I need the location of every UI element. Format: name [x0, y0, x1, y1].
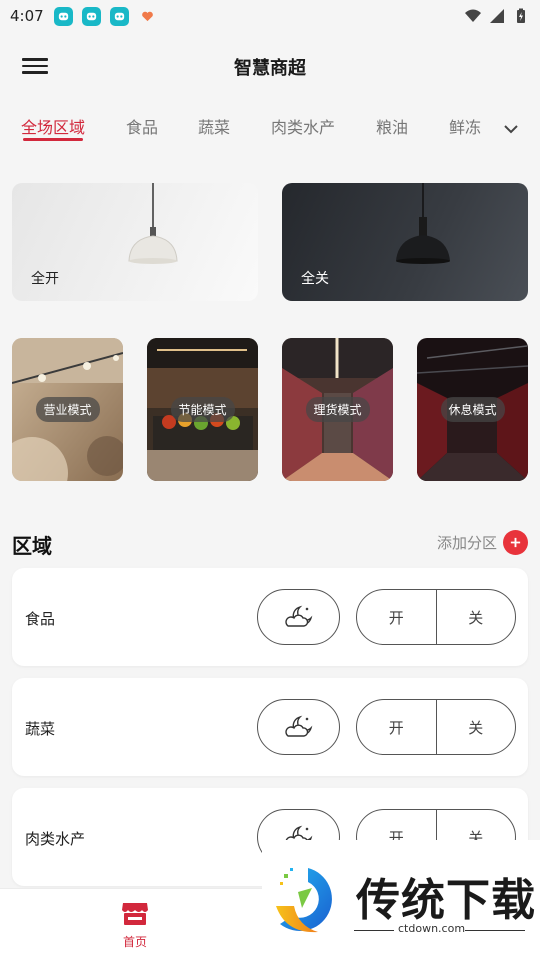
rest-mode-card[interactable]: 休息模式 [417, 338, 528, 481]
notification-app-icon [81, 6, 101, 26]
moon-cloud-icon [284, 605, 312, 627]
status-bar: 4:07 [0, 0, 540, 32]
tab-grain-oil[interactable]: 粮油 [376, 114, 408, 138]
business-mode-card[interactable]: 营业模式 [12, 338, 123, 481]
chevron-down-icon[interactable] [502, 120, 520, 138]
app-bar: 智慧商超 [0, 44, 540, 90]
zone-off-button[interactable]: 关 [435, 700, 516, 754]
restocking-mode-label: 理货模式 [305, 397, 370, 422]
nav-home-label: 首页 [122, 935, 147, 949]
zone-on-button[interactable]: 开 [357, 590, 436, 644]
status-indicators [464, 7, 530, 25]
restocking-mode-card[interactable]: 理货模式 [282, 338, 393, 481]
tab-vegetables[interactable]: 蔬菜 [198, 114, 230, 138]
zones-section-header: 区域 添加分区 [12, 528, 528, 558]
zone-card-food: 食品 开 关 [12, 568, 528, 666]
divider [465, 930, 525, 931]
zone-name: 蔬菜 [25, 720, 56, 738]
zone-name: 食品 [25, 610, 56, 628]
menu-icon[interactable] [22, 55, 48, 77]
heart-notification-icon [138, 7, 157, 26]
tab-meat-seafood[interactable]: 肉类水产 [271, 114, 335, 138]
zone-off-button[interactable]: 关 [435, 590, 516, 644]
plus-icon[interactable] [503, 530, 528, 555]
watermark-url: ctdown.com [398, 922, 466, 935]
tab-fresh-frozen[interactable]: 鲜冻 [449, 114, 481, 138]
all-on-label: 全开 [31, 271, 59, 287]
notification-app-icon [53, 6, 73, 26]
notification-app-icon [109, 6, 129, 26]
status-time: 4:07 [10, 7, 44, 25]
on-off-toggle: 开 关 [356, 589, 516, 645]
all-on-button[interactable]: 全开 [12, 183, 258, 301]
rest-mode-label: 休息模式 [440, 397, 505, 422]
energy-saving-mode-card[interactable]: 节能模式 [147, 338, 258, 481]
sleep-mode-button[interactable] [257, 589, 340, 645]
all-off-label: 全关 [301, 271, 329, 287]
add-zone-label: 添加分区 [436, 534, 497, 552]
business-mode-label: 营业模式 [35, 397, 100, 422]
wifi-icon [465, 9, 481, 22]
on-off-toggle: 开 关 [356, 699, 516, 755]
watermark-brand: 传统下载 [356, 875, 536, 926]
zone-card-vegetables: 蔬菜 开 关 [12, 678, 528, 776]
signal-icon [490, 9, 504, 23]
store-icon [122, 903, 148, 925]
divider [354, 930, 394, 931]
battery-icon [517, 8, 525, 23]
active-tab-indicator [23, 138, 83, 141]
tab-food[interactable]: 食品 [126, 114, 158, 138]
category-tabs: 全场区域 食品 蔬菜 肉类水产 粮油 鲜冻 [0, 104, 540, 150]
tab-all-areas[interactable]: 全场区域 [21, 114, 85, 138]
energy-saving-mode-label: 节能模式 [170, 397, 235, 422]
all-off-button[interactable]: 全关 [282, 183, 528, 301]
page-title: 智慧商超 [234, 58, 306, 79]
zone-name: 肉类水产 [25, 830, 86, 848]
watermark: 传统下载 ctdown.com [262, 840, 540, 960]
brand-logo [276, 868, 332, 933]
zones-section-title: 区域 [12, 534, 52, 558]
sleep-mode-button[interactable] [257, 699, 340, 755]
moon-cloud-icon [284, 715, 312, 737]
add-zone-button[interactable]: 添加分区 [437, 530, 528, 555]
nav-home[interactable]: 首页 [105, 899, 165, 955]
zone-on-button[interactable]: 开 [357, 700, 436, 754]
